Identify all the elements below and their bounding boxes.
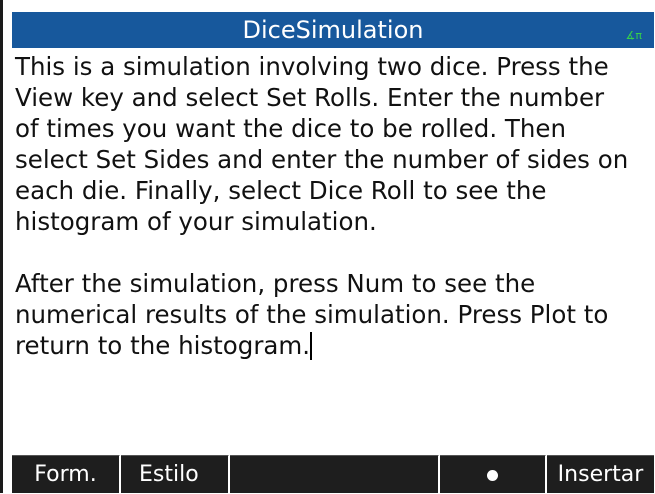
angle-mode-icon: ∡π	[625, 29, 642, 42]
note-paragraph-1: This is a simulation involving two dice.…	[15, 52, 629, 236]
empty-softkey[interactable]	[230, 455, 439, 493]
insert-softkey[interactable]: Insertar	[547, 455, 654, 493]
app-title: DiceSimulation	[242, 16, 424, 44]
text-cursor	[310, 332, 313, 360]
bullet-softkey[interactable]	[440, 455, 546, 493]
bullet-dot-icon	[487, 469, 498, 481]
style-softkey[interactable]: Estilo	[121, 455, 229, 493]
softkey-menu-bar: Form. Estilo Insertar	[12, 455, 654, 493]
calculator-screen: DiceSimulation ∡π This is a simulation i…	[0, 0, 655, 493]
format-softkey[interactable]: Form.	[12, 455, 120, 493]
title-bar: DiceSimulation ∡π	[12, 12, 654, 48]
note-text-area[interactable]: This is a simulation involving two dice.…	[15, 51, 655, 446]
